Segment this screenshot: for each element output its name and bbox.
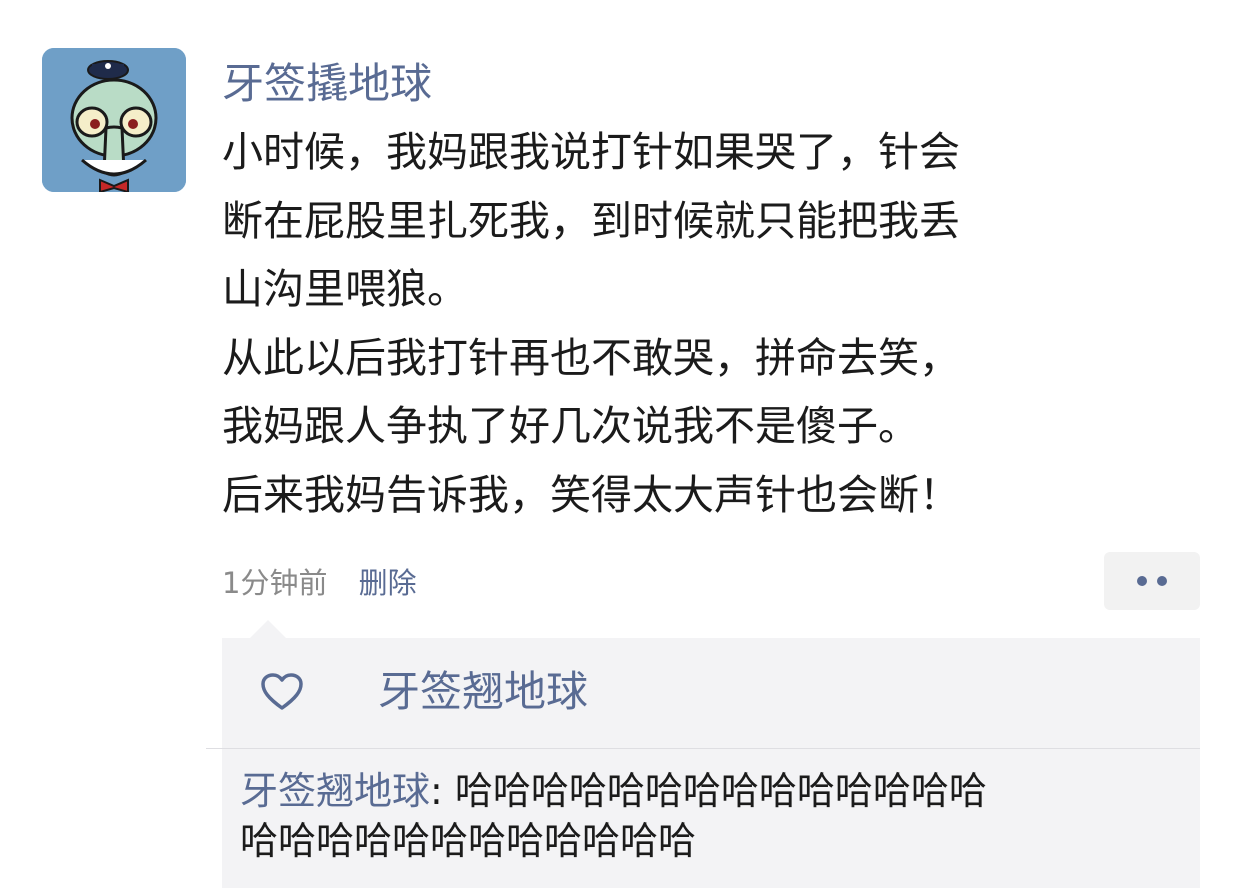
post-content-line: 后来我妈告诉我，笑得太大声针也会断！ [222,470,960,519]
post-meta: 1分钟前 删除 [222,560,417,606]
liker-name[interactable]: 牙签翘地球 [378,664,588,720]
more-actions-button[interactable] [1104,552,1200,610]
post-content-line: 断在屁股里扎死我，到时候就只能把我丢 [222,196,960,245]
panel-divider [206,748,1200,749]
author-avatar[interactable] [42,48,186,192]
comment-line: 牙签翘地球: 哈哈哈哈哈哈哈哈哈哈哈哈哈哈 [240,766,1180,816]
post-timestamp: 1分钟前 [222,566,328,600]
heart-icon [261,673,303,710]
panel-pointer [250,620,286,638]
post-content-line: 我妈跟人争执了好几次说我不是傻子。 [222,402,919,450]
delete-button[interactable]: 删除 [359,566,417,600]
squidward-avatar-icon [42,48,186,192]
post-content-line: 山沟里喂狼。 [222,265,468,313]
comment-item[interactable]: 牙签翘地球: 哈哈哈哈哈哈哈哈哈哈哈哈哈哈 哈哈哈哈哈哈哈哈哈哈哈哈 [240,766,1180,866]
post-content-line: 从此以后我打针再也不敢哭，拼命去笑， [222,333,960,382]
comment-separator: : [430,769,455,813]
post-author-name[interactable]: 牙签撬地球 [222,56,432,112]
comment-line: 哈哈哈哈哈哈哈哈哈哈哈哈 [240,819,697,863]
comment-text: 哈哈哈哈哈哈哈哈哈哈哈哈哈哈 [454,769,987,813]
commenter-name[interactable]: 牙签翘地球 [240,769,430,813]
moments-post: 牙签撬地球 小时候，我妈跟我说打针如果哭了，针会 断在屁股里扎死我，到时候就只能… [0,0,1242,888]
post-content-line: 小时候，我妈跟我说打针如果哭了，针会 [222,128,960,176]
likes-row: 牙签翘地球 [222,638,1200,748]
post-content: 小时候，我妈跟我说打针如果哭了，针会 断在屁股里扎死我，到时候就只能把我丢 山沟… [222,118,1122,529]
